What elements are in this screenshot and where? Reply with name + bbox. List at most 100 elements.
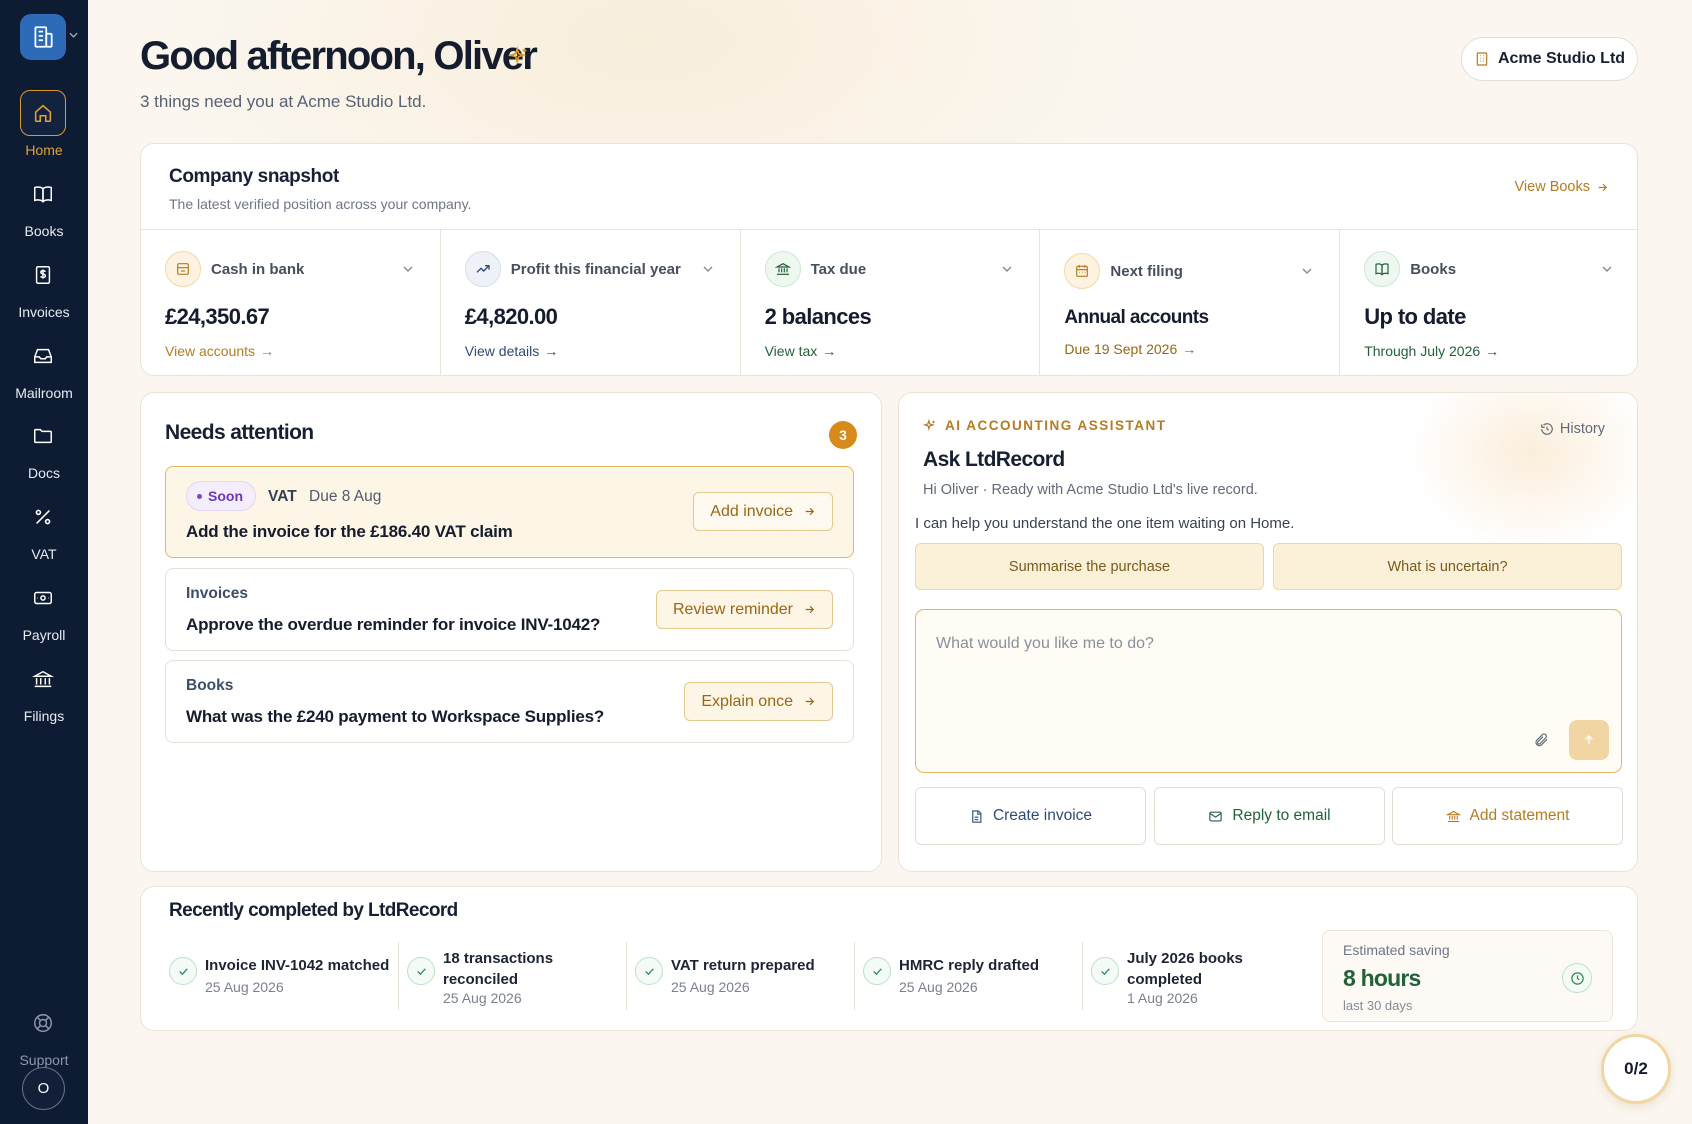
attention-count-badge: 3 (829, 421, 857, 449)
task-category: Invoices (186, 585, 249, 602)
calendar-icon (1064, 253, 1101, 289)
create-invoice-button[interactable]: Create invoice (915, 787, 1146, 845)
folder-icon (20, 413, 66, 459)
status-badge-label: Soon (208, 488, 243, 504)
completed-date: 25 Aug 2026 (205, 979, 284, 995)
task-text: What was the £240 payment to Workspace S… (186, 707, 605, 726)
decorative-glow (1407, 393, 1637, 553)
bank-icon (20, 656, 66, 702)
chevron-down-icon[interactable] (1601, 265, 1613, 273)
view-tax-link[interactable]: View tax → (765, 343, 837, 359)
sidebar-item-filings[interactable]: Filings (0, 656, 88, 728)
sidebar-item-label: Docs (28, 465, 60, 481)
sidebar-item-invoices[interactable]: Invoices (0, 252, 88, 324)
completed-item: HMRC reply drafted 25 Aug 2026 (863, 942, 1083, 1014)
chevron-down-icon[interactable] (1001, 265, 1013, 273)
task-category: Books (186, 677, 234, 694)
arrow-right-icon: → (260, 343, 275, 359)
paperclip-icon[interactable] (1533, 732, 1549, 748)
prompt-placeholder: What would you like me to do? (936, 635, 1154, 652)
action-label: Add statement (1469, 807, 1570, 824)
saving-label: Estimated saving (1343, 942, 1450, 958)
bank-icon (1445, 810, 1461, 822)
snapshot-title: Company snapshot (169, 166, 339, 187)
arrow-right-icon (805, 605, 815, 614)
company-name: Acme Studio Ltd (1497, 50, 1626, 67)
page-title: Good afternoon, Oliver (140, 34, 538, 78)
chevron-down-icon[interactable] (1301, 267, 1313, 275)
completed-date: 25 Aug 2026 (899, 979, 978, 995)
percent-icon (20, 494, 66, 540)
books-through-link[interactable]: Through July 2026 → (1364, 343, 1499, 359)
task-tag: VAT (268, 488, 297, 505)
completed-title: July 2026 books completed (1127, 950, 1243, 988)
sidebar-item-books[interactable]: Books (0, 171, 88, 243)
metric-label: Next filing (1110, 263, 1183, 280)
sidebar-item-home[interactable]: Home (0, 90, 88, 162)
check-icon (863, 957, 891, 985)
completed-item: VAT return prepared 25 Aug 2026 (635, 942, 855, 1014)
arrow-right-icon: → (544, 343, 559, 359)
sidebar-item-mailroom[interactable]: Mailroom (0, 333, 88, 405)
history-icon (1541, 423, 1553, 435)
saving-period: last 30 days (1343, 998, 1413, 1013)
metric-link-label: View tax (764, 343, 818, 359)
attention-task-vat: Soon VAT Due 8 Aug Add the invoice for t… (165, 466, 854, 558)
arrow-right-icon: → (822, 343, 837, 359)
sidebar-item-docs[interactable]: Docs (0, 413, 88, 485)
completed-date: 1 Aug 2026 (1127, 990, 1198, 1006)
home-icon (20, 90, 66, 136)
view-books-link[interactable]: View Books (1515, 179, 1610, 195)
sidebar-item-support[interactable]: Support (0, 1000, 88, 1072)
progress-checklist-button[interactable]: 0/2 (1601, 1034, 1671, 1104)
action-label: Reply to email (1232, 807, 1331, 824)
page-subtitle: 3 things need you at Acme Studio Ltd. (140, 92, 427, 111)
metric-value: £24,350.67 (165, 304, 270, 329)
app-logo-button[interactable] (20, 14, 66, 60)
assistant-title: Ask LtdRecord (923, 448, 1065, 471)
metric-link-label: Due 19 Sept 2026 (1064, 341, 1178, 357)
sidebar-item-payroll[interactable]: Payroll (0, 575, 88, 647)
sparkle-icon (508, 46, 527, 65)
view-accounts-link[interactable]: View accounts → (165, 343, 274, 359)
chevron-down-icon[interactable] (702, 265, 714, 273)
main-content: Good afternoon, Oliver 3 things need you… (88, 0, 1692, 1124)
sidebar-item-label: Invoices (18, 304, 70, 320)
user-avatar[interactable]: O (22, 1067, 65, 1110)
chevron-down-icon[interactable] (402, 265, 414, 273)
history-button[interactable]: History (1540, 421, 1605, 437)
lifebuoy-icon (20, 1000, 66, 1046)
divider (626, 942, 627, 1010)
suggestion-what-is-uncertain[interactable]: What is uncertain? (1273, 543, 1622, 590)
workspace-chevron-icon[interactable] (69, 32, 78, 38)
estimated-saving-panel: Estimated saving 8 hours last 30 days (1322, 930, 1613, 1022)
send-button[interactable] (1569, 720, 1609, 760)
metric-profit: Profit this financial year £4,820.00 Vie… (441, 230, 741, 376)
sidebar-item-vat[interactable]: VAT (0, 494, 88, 566)
company-snapshot-card: Company snapshot The latest verified pos… (140, 143, 1639, 376)
metric-tax-due: Tax due 2 balances View tax → (741, 230, 1041, 376)
task-text: Approve the overdue reminder for invoice… (186, 615, 601, 634)
add-statement-button[interactable]: Add statement (1392, 787, 1623, 845)
task-due: Due 8 Aug (309, 488, 382, 505)
metric-link-label: Through July 2026 (1364, 343, 1481, 359)
completed-date: 25 Aug 2026 (671, 979, 750, 995)
suggestion-summarise-purchase[interactable]: Summarise the purchase (915, 543, 1264, 590)
review-reminder-button[interactable]: Review reminder (655, 590, 833, 629)
book-icon (20, 171, 66, 217)
add-invoice-button[interactable]: Add invoice (693, 492, 833, 531)
assistant-help-text: I can help you understand the one item w… (915, 515, 1295, 532)
button-label: Add invoice (710, 502, 793, 520)
due-date-link[interactable]: Due 19 Sept 2026 → (1064, 341, 1196, 357)
assistant-prompt-input[interactable]: What would you like me to do? (915, 609, 1622, 773)
book-icon (1364, 251, 1401, 287)
check-icon (635, 957, 663, 985)
reply-to-email-button[interactable]: Reply to email (1154, 787, 1385, 845)
sidebar-item-label: Mailroom (15, 385, 73, 401)
attention-title: Needs attention (165, 421, 314, 444)
explain-once-button[interactable]: Explain once (684, 682, 833, 721)
wallet-icon (165, 251, 201, 287)
view-details-link[interactable]: View details → (465, 343, 558, 359)
sidebar-item-label: Payroll (22, 627, 66, 643)
company-switcher-button[interactable]: Acme Studio Ltd (1461, 37, 1638, 81)
